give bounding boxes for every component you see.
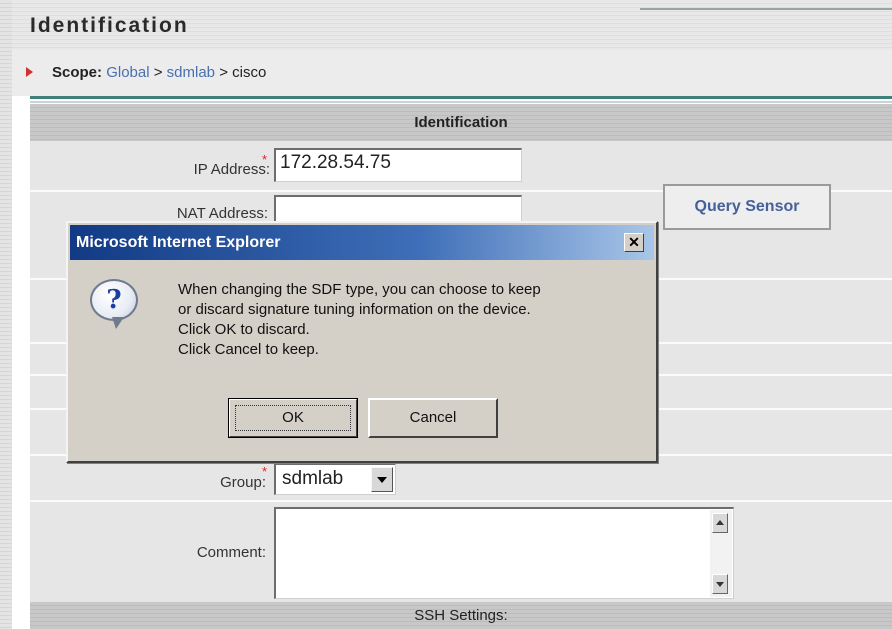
breadcrumb-link-global[interactable]: Global	[106, 64, 149, 81]
dialog-message-line: Click Cancel to keep.	[178, 341, 319, 358]
comment-textarea[interactable]	[274, 507, 734, 599]
breadcrumb-link-sdmlab[interactable]: sdmlab	[167, 64, 215, 81]
breadcrumb: Scope: Global > sdmlab > cisco	[52, 64, 266, 81]
chevron-down-icon[interactable]	[371, 467, 393, 492]
row-divider	[30, 500, 892, 502]
comment-label: Comment:	[196, 544, 266, 561]
ip-address-label: IP Address:	[193, 161, 270, 178]
breadcrumb-separator: >	[219, 64, 228, 81]
dialog-message-line: Click OK to discard.	[178, 321, 310, 338]
required-marker: *	[262, 464, 268, 479]
breadcrumb-separator: >	[153, 64, 163, 81]
query-sensor-button[interactable]: Query Sensor	[663, 184, 831, 230]
question-icon-tail	[112, 317, 124, 329]
dialog-titlebar[interactable]: Microsoft Internet Explorer ✕	[70, 225, 654, 260]
required-marker: *	[262, 152, 268, 167]
comment-scrollbar[interactable]	[710, 510, 732, 597]
group-label: Group:	[220, 474, 266, 491]
close-icon[interactable]: ✕	[624, 233, 644, 252]
page-title: Identification	[30, 14, 189, 37]
left-frame-strip	[0, 0, 12, 629]
scope-label: Scope:	[52, 64, 103, 81]
group-select-value: sdmlab	[282, 468, 344, 489]
group-select[interactable]: sdmlab	[274, 463, 396, 495]
scope-arrow-icon	[26, 67, 33, 77]
content-top-border	[30, 96, 892, 99]
header-divider	[640, 8, 892, 10]
confirm-dialog: Microsoft Internet Explorer ✕ ? When cha…	[66, 221, 658, 463]
scroll-down-icon[interactable]	[712, 574, 728, 594]
nat-address-label: NAT Address:	[176, 205, 268, 222]
cancel-button[interactable]: Cancel	[368, 398, 498, 438]
question-icon: ?	[90, 279, 138, 321]
scroll-up-icon[interactable]	[712, 513, 728, 533]
ok-button[interactable]: OK	[228, 398, 358, 438]
dialog-message-line: or discard signature tuning information …	[178, 301, 531, 318]
dialog-title: Microsoft Internet Explorer	[76, 234, 281, 251]
content-top-border-light	[30, 101, 892, 103]
ip-address-input[interactable]: 172.28.54.75	[274, 148, 522, 182]
dialog-message-line: When changing the SDF type, you can choo…	[178, 281, 541, 298]
breadcrumb-current: cisco	[232, 64, 267, 81]
ssh-settings-header: SSH Settings:	[30, 602, 892, 629]
section-header: Identification	[30, 104, 892, 141]
